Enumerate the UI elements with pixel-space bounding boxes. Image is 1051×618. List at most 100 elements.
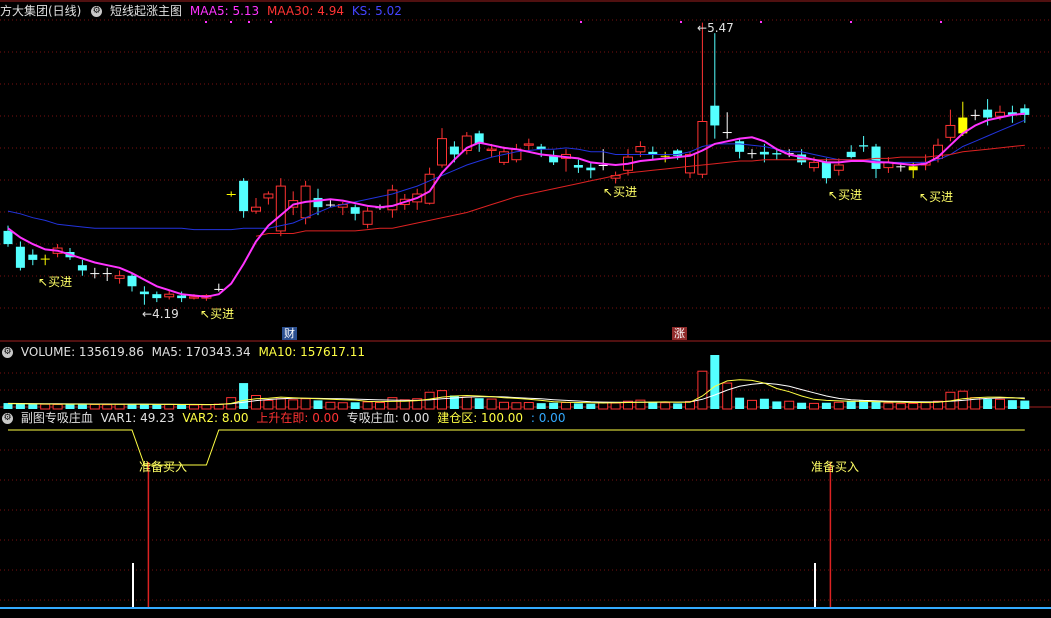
- volume-bar: [610, 402, 621, 410]
- legend-maa5: MAA5: 5.13: [189, 4, 260, 18]
- volume-bar: [275, 398, 286, 410]
- volume-bar: [871, 401, 881, 409]
- buy-signal-label: ↖买进: [603, 185, 638, 199]
- volume-bar: [424, 391, 435, 410]
- signal-dot: [760, 21, 762, 23]
- candle-body: [747, 153, 757, 155]
- volume-bar: [325, 401, 336, 410]
- volume-panel-header: ⚙ VOLUME: 135619.86 MA5: 170343.34 MA10:…: [0, 343, 369, 361]
- candle-body: [586, 167, 596, 171]
- volume-bar: [387, 397, 398, 410]
- volume-bar: [486, 398, 497, 410]
- volume-bar: [821, 402, 831, 409]
- volume-bar: [883, 402, 894, 410]
- legend-maa30: MAA30: 4.94: [267, 4, 344, 18]
- prepare-buy-label: 准备买入: [811, 460, 860, 474]
- candle-body: [772, 153, 782, 155]
- candle-body: [983, 109, 993, 118]
- volume-bar: [251, 395, 261, 410]
- volume-bar: [288, 399, 299, 410]
- volume-bar: [772, 401, 782, 409]
- candle-body: [3, 230, 13, 245]
- arrow-icon: ↖: [919, 190, 930, 204]
- sub-zhuanxi: 专吸庄血: 0.00: [346, 411, 430, 425]
- chart-window[interactable]: 方大集团(日线) ⚙ 短线起涨主图 MAA5: 5.13 MAA30: 4.94…: [0, 0, 1051, 615]
- gear-icon[interactable]: ⚙: [2, 413, 13, 424]
- volume-bar: [784, 400, 795, 410]
- volume-bar: [908, 402, 919, 410]
- candle-body: [325, 204, 335, 206]
- volume-bar: [239, 383, 249, 409]
- volume-bar: [1007, 400, 1017, 409]
- candle-body: [139, 291, 149, 295]
- candle-body: [28, 254, 38, 260]
- gear-icon[interactable]: ⚙: [2, 347, 13, 358]
- volume-ma10: MA10: 157617.11: [258, 345, 366, 359]
- arrow-icon: ↖: [828, 188, 839, 202]
- volume-bar: [648, 401, 658, 409]
- candle-body: [90, 273, 100, 275]
- candle-body: [362, 210, 373, 225]
- gear-icon[interactable]: ⚙: [91, 6, 103, 17]
- low-price-label: ←4.19: [142, 307, 179, 321]
- candle-body: [164, 293, 175, 298]
- buy-signal-label: ↖买进: [919, 190, 954, 204]
- volume-bar: [995, 398, 1005, 410]
- candle-body: [635, 146, 646, 153]
- buy-signal-label: ↖买进: [200, 307, 235, 321]
- candle-body: [189, 296, 199, 299]
- candle-body: [77, 265, 87, 271]
- candle-body: [152, 294, 162, 299]
- volume-bar: [722, 382, 733, 410]
- volume-bar: [797, 402, 807, 409]
- volume-bar: [735, 397, 745, 409]
- volume-bar: [573, 403, 583, 409]
- signal-dot: [850, 21, 852, 23]
- volume-bar: [846, 400, 856, 409]
- volume-bar: [920, 402, 931, 410]
- candle-body: [226, 194, 236, 195]
- volume-bar: [1020, 400, 1030, 409]
- volume-bar: [983, 399, 993, 409]
- arrow-icon: ↖: [38, 275, 49, 289]
- volume-ma5: MA5: 170343.34: [151, 345, 251, 359]
- signal-dot: [680, 21, 682, 23]
- volume-bar: [697, 370, 708, 410]
- candle-body: [710, 105, 720, 126]
- candle-body: [40, 258, 50, 260]
- volume-bar: [300, 398, 311, 410]
- candle-body: [660, 155, 670, 157]
- stock-name: 方大集团(日线): [0, 4, 82, 18]
- signal-dot: [205, 21, 207, 23]
- volume-bar: [461, 396, 472, 410]
- volume-bar: [586, 403, 596, 409]
- volume-bar: [437, 390, 447, 410]
- candle-body: [833, 164, 844, 171]
- signal-dot: [230, 21, 232, 23]
- candle-body: [424, 173, 435, 204]
- candle-body: [486, 148, 497, 152]
- volume-bar: [833, 401, 844, 410]
- volume-bar: [263, 399, 274, 410]
- maa5-line: [7, 112, 1025, 298]
- candle-body: [127, 275, 137, 287]
- arrow-icon: ←: [142, 307, 153, 321]
- event-tag-zhang[interactable]: 涨: [672, 327, 687, 340]
- event-tag-cai[interactable]: 财: [282, 327, 297, 340]
- volume-bar: [474, 398, 484, 409]
- sub-var1: VAR1: 49.23: [100, 411, 175, 425]
- prepare-buy-label: 准备买入: [139, 460, 188, 474]
- candle-body: [735, 141, 745, 152]
- arrow-icon: ←: [697, 21, 708, 35]
- volume-bar: [362, 401, 373, 410]
- volume-bar: [350, 402, 360, 409]
- candle-body: [437, 138, 447, 166]
- candle-body: [896, 166, 906, 168]
- candle-body: [102, 273, 112, 275]
- volume-bar: [809, 402, 819, 410]
- arrow-icon: ↖: [200, 307, 211, 321]
- indicator-name: 短线起涨主图: [110, 4, 183, 18]
- candle-body: [821, 162, 831, 179]
- sub-var2: VAR2: 8.00: [182, 411, 249, 425]
- candle-body: [523, 143, 534, 146]
